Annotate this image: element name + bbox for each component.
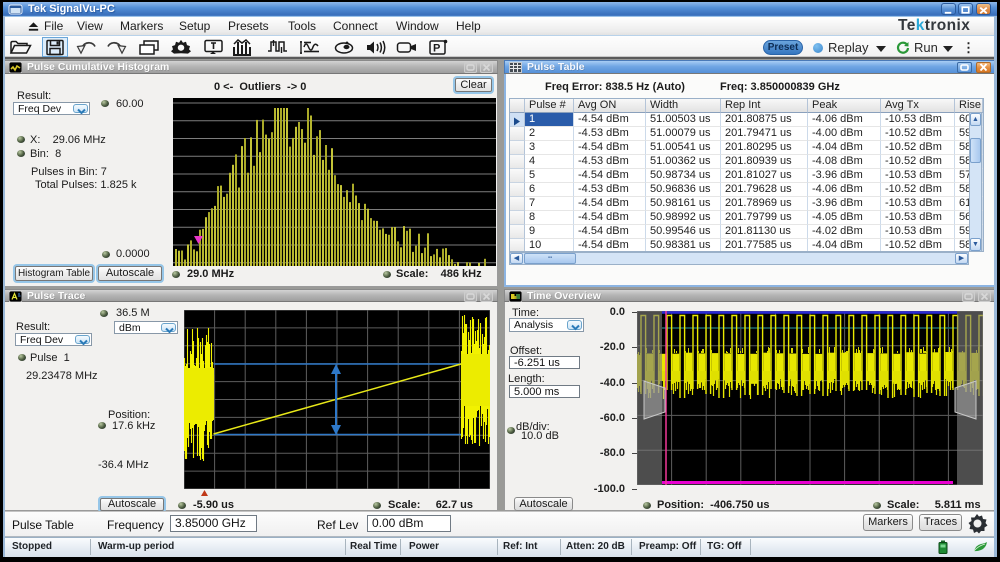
svg-text:P: P — [433, 43, 440, 55]
